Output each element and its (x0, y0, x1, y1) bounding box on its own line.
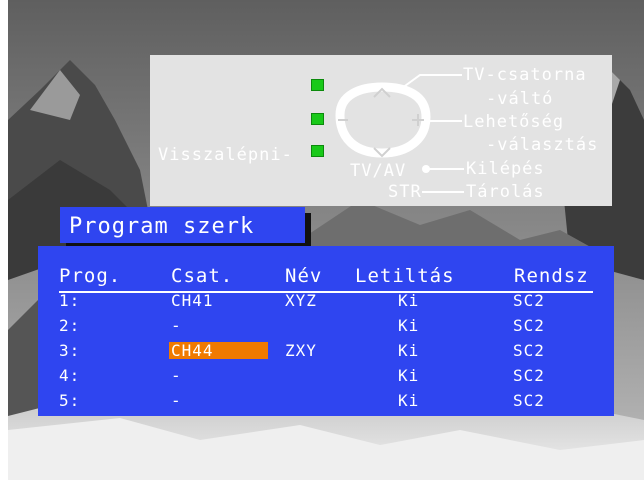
row-1-rendsz[interactable]: SC2 (513, 292, 545, 310)
help-tv-channel-2: -váltó (486, 89, 554, 109)
green-led-icon (311, 145, 324, 157)
row-4-prog[interactable]: 4: (59, 367, 80, 385)
row-4-rendsz[interactable]: SC2 (513, 367, 545, 385)
row-5-csat[interactable]: - (171, 392, 182, 410)
menu-title-tab: Program szerk (60, 207, 305, 243)
help-tvav: TV/AV (350, 161, 407, 181)
row-4-letiltas[interactable]: Ki (398, 367, 419, 385)
menu-title: Program szerk (69, 214, 255, 239)
row-5-rendsz[interactable]: SC2 (513, 392, 545, 410)
help-back: Visszalépni- (158, 145, 293, 165)
help-option-2: -választás (486, 135, 599, 155)
program-table: Prog. Csat. Név Letiltás Rendsz 1: CH41 … (38, 246, 614, 416)
help-str: STR (388, 182, 422, 202)
row-3-csat[interactable]: CH44 (171, 342, 214, 360)
help-tv-channel: TV-csatorna (463, 65, 587, 85)
header-nev: Név (285, 265, 323, 287)
row-4-csat[interactable]: - (171, 367, 182, 385)
row-3-rendsz[interactable]: SC2 (513, 342, 545, 360)
header-rendsz: Rendsz (514, 265, 589, 287)
header-prog: Prog. (59, 265, 122, 287)
row-2-prog[interactable]: 2: (59, 317, 80, 335)
green-led-icon (311, 113, 324, 125)
header-letiltas: Letiltás (355, 265, 455, 287)
row-5-letiltas[interactable]: Ki (398, 392, 419, 410)
green-led-icon (311, 79, 324, 91)
help-option: Lehetőség (463, 112, 565, 132)
help-store: Tárolás (466, 182, 545, 202)
row-3-letiltas[interactable]: Ki (398, 342, 419, 360)
row-3-nev[interactable]: ZXY (285, 342, 317, 360)
row-2-rendsz[interactable]: SC2 (513, 317, 545, 335)
row-1-nev[interactable]: XYZ (285, 292, 317, 310)
help-exit: Kilépés (466, 159, 545, 179)
row-2-csat[interactable]: - (171, 317, 182, 335)
row-3-prog[interactable]: 3: (59, 342, 80, 360)
row-1-prog[interactable]: 1: (59, 292, 80, 310)
tv-screen: TV-csatorna -váltó Lehetőség -választás … (0, 0, 644, 480)
row-2-letiltas[interactable]: Ki (398, 317, 419, 335)
row-1-letiltas[interactable]: Ki (398, 292, 419, 310)
row-1-csat[interactable]: CH41 (171, 292, 214, 310)
row-5-prog[interactable]: 5: (59, 392, 80, 410)
header-csat: Csat. (171, 265, 234, 287)
remote-help-panel: TV-csatorna -váltó Lehetőség -választás … (150, 55, 612, 206)
